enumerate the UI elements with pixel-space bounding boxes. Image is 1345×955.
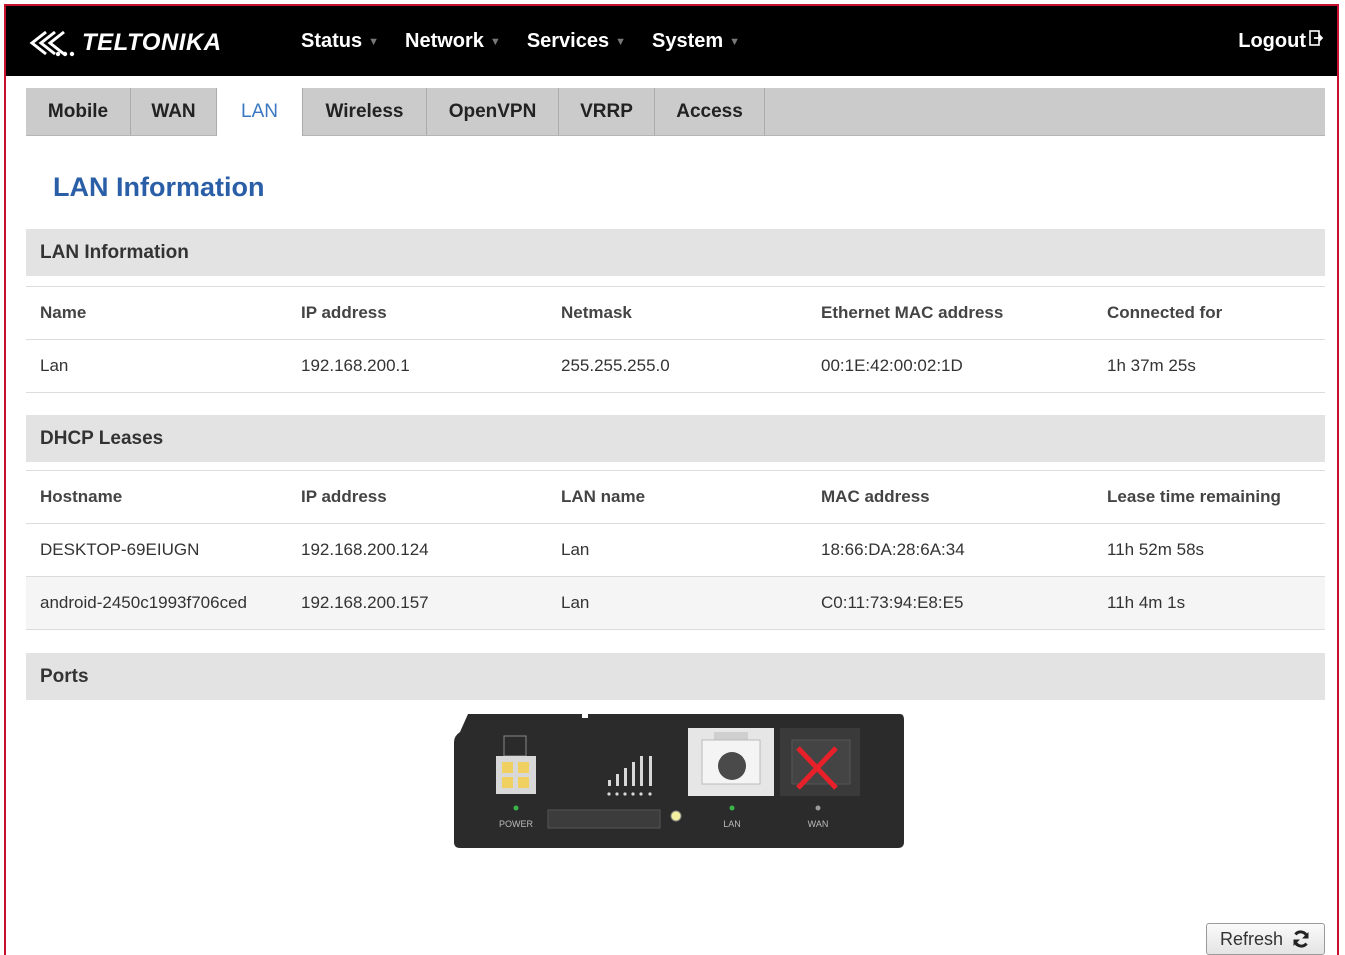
- table-cell: Lan: [561, 540, 590, 559]
- status-led: [670, 810, 682, 822]
- menu-label: Services: [526, 29, 610, 52]
- table-cell: 00:1E:42:00:02:1D: [821, 356, 963, 375]
- table-cell: DESKTOP-69EIUGN: [40, 540, 200, 559]
- tab-label: Access: [676, 100, 743, 122]
- page-title: LAN Information: [53, 172, 265, 202]
- menu-services[interactable]: Services ▼: [527, 30, 626, 53]
- tab-mobile[interactable]: Mobile: [26, 88, 131, 135]
- table-cell: 11h 4m 1s: [1107, 593, 1186, 612]
- section-header-ports: Ports: [26, 653, 1325, 700]
- tab-lan[interactable]: LAN: [217, 88, 303, 136]
- lan-led: [729, 805, 735, 811]
- tab-label: VRRP: [580, 100, 633, 122]
- lan-information-table: Name IP address Netmask Ethernet MAC add…: [26, 286, 1325, 393]
- refresh-icon: [1293, 930, 1309, 948]
- section-header-dhcp-leases: DHCP Leases: [26, 415, 1325, 462]
- wan-label: WAN: [808, 819, 829, 829]
- menu-label: Network: [405, 29, 484, 52]
- lan-label: LAN: [723, 819, 741, 829]
- table-row: android-2450c1993f706ced 192.168.200.157…: [26, 577, 1325, 630]
- column-header: IP address: [301, 487, 387, 506]
- table-cell: Lan: [40, 356, 69, 375]
- tab-label: Wireless: [325, 100, 404, 122]
- menu-label: Status: [301, 29, 363, 52]
- menu-network[interactable]: Network ▼: [405, 30, 501, 53]
- table-cell: 255.255.255.0: [561, 356, 670, 375]
- table-header-row: Hostname IP address LAN name MAC address…: [26, 470, 1325, 524]
- logout-button[interactable]: Logout: [1238, 6, 1323, 76]
- table-cell: C0:11:73:94:E8:E5: [821, 593, 964, 612]
- tab-vrrp[interactable]: VRRP: [559, 88, 655, 135]
- teltonika-logo-icon: [29, 30, 75, 57]
- tab-wireless[interactable]: Wireless: [303, 88, 427, 135]
- section-header-lan-information: LAN Information: [26, 229, 1325, 276]
- wan-led: [815, 805, 821, 811]
- menu-status[interactable]: Status ▼: [301, 30, 379, 53]
- column-header: Connected for: [1107, 303, 1223, 322]
- caret-down-icon: ▼: [368, 36, 380, 48]
- table-cell: 192.168.200.124: [301, 540, 429, 559]
- table-cell: 1h 37m 25s: [1107, 356, 1196, 375]
- column-header: MAC address: [821, 487, 930, 506]
- table-cell: android-2450c1993f706ced: [40, 593, 248, 612]
- caret-down-icon: ▼: [729, 36, 741, 48]
- dhcp-leases-table: Hostname IP address LAN name MAC address…: [26, 470, 1325, 630]
- network-tabs: Mobile WAN LAN Wireless OpenVPN VRRP Acc…: [26, 88, 1325, 136]
- tab-access[interactable]: Access: [655, 88, 765, 135]
- power-label: POWER: [499, 819, 534, 829]
- power-led: [513, 805, 519, 811]
- column-header: Ethernet MAC address: [821, 303, 1004, 322]
- sim-slot: [547, 809, 661, 829]
- refresh-label: Refresh: [1219, 928, 1284, 949]
- table-header-row: Name IP address Netmask Ethernet MAC add…: [26, 286, 1325, 340]
- router-ports-diagram: POWER LAN WAN: [454, 714, 904, 848]
- refresh-button[interactable]: Refresh: [1206, 923, 1325, 955]
- tab-openvpn[interactable]: OpenVPN: [427, 88, 559, 135]
- table-cell: Lan: [561, 593, 590, 612]
- top-navbar: TELTONIKA Status ▼ Network ▼ Services ▼ …: [6, 6, 1337, 76]
- teltonika-logo[interactable]: TELTONIKA: [28, 28, 222, 58]
- main-menu: Status ▼ Network ▼ Services ▼ System ▼: [301, 6, 766, 76]
- logout-label: Logout: [1238, 29, 1306, 52]
- logout-icon: [1309, 30, 1323, 46]
- brand-name: TELTONIKA: [82, 29, 222, 56]
- tab-label: OpenVPN: [448, 100, 537, 122]
- column-header: Name: [40, 303, 87, 322]
- caret-down-icon: ▼: [615, 36, 626, 48]
- menu-system[interactable]: System ▼: [652, 30, 740, 53]
- table-cell: 192.168.200.1: [301, 356, 410, 375]
- router-notch: [582, 714, 588, 718]
- tab-label: Mobile: [47, 100, 109, 122]
- tab-label: WAN: [151, 100, 196, 122]
- table-cell: 192.168.200.157: [301, 593, 429, 612]
- column-header: Netmask: [561, 303, 632, 322]
- tab-label: LAN: [241, 101, 278, 122]
- table-cell: 11h 52m 58s: [1107, 540, 1205, 559]
- table-cell: 18:66:DA:28:6A:34: [821, 540, 965, 559]
- column-header: IP address: [301, 303, 387, 322]
- caret-down-icon: ▼: [489, 36, 501, 48]
- table-row: Lan 192.168.200.1 255.255.255.0 00:1E:42…: [26, 340, 1325, 393]
- table-row: DESKTOP-69EIUGN 192.168.200.124 Lan 18:6…: [26, 524, 1325, 577]
- menu-label: System: [652, 29, 724, 52]
- wan-port-icon: [780, 728, 860, 796]
- tab-wan[interactable]: WAN: [131, 88, 217, 135]
- lan-port-icon: [688, 728, 774, 796]
- column-header: Hostname: [40, 487, 123, 506]
- column-header: Lease time remaining: [1107, 487, 1281, 506]
- column-header: LAN name: [561, 487, 646, 506]
